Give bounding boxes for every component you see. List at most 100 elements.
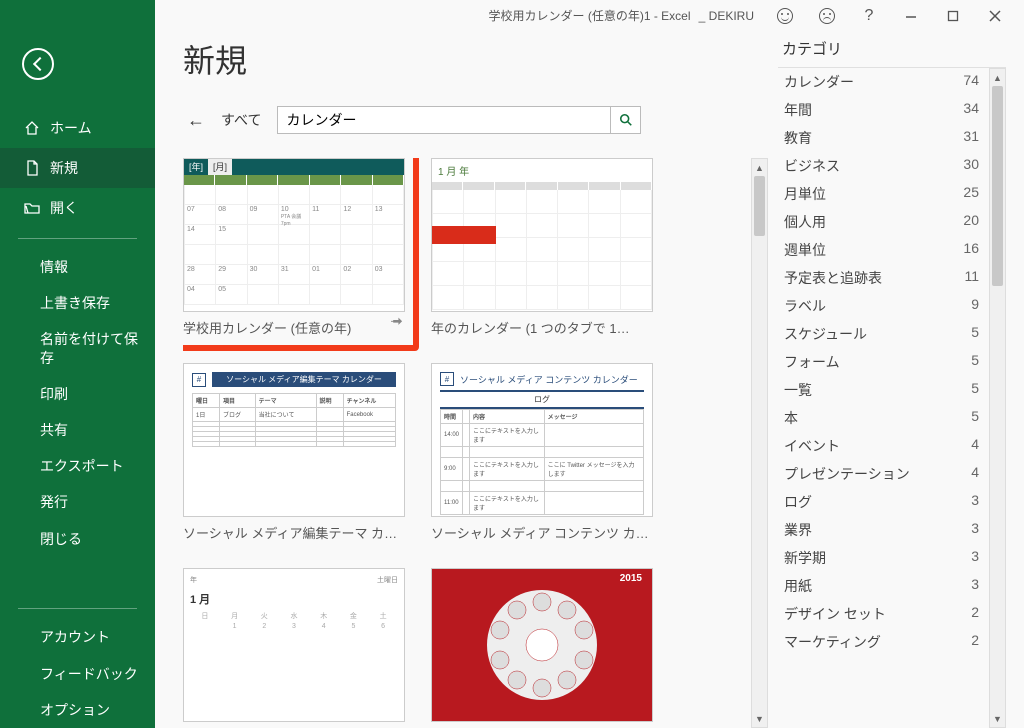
back-button[interactable]	[22, 48, 54, 80]
category-count: 9	[971, 296, 979, 316]
category-item[interactable]: デザイン セット2	[778, 600, 989, 628]
category-label: イベント	[784, 436, 840, 456]
nav-options[interactable]: オプション	[0, 692, 155, 728]
category-count: 5	[971, 408, 979, 428]
sad-face-icon	[819, 8, 835, 24]
category-item[interactable]: フォーム5	[778, 348, 989, 376]
category-item[interactable]: マーケティング2	[778, 628, 989, 656]
template-thumbnail: #ソーシャル メディア編集テーマ カレンダー 曜日項目テーマ説明チャンネル 1日…	[183, 363, 405, 517]
category-count: 11	[964, 268, 979, 288]
maximize-button[interactable]	[932, 2, 974, 30]
nav-share[interactable]: 共有	[0, 412, 155, 448]
category-list: カレンダー74年間34教育31ビジネス30月単位25個人用20週単位16予定表と…	[778, 68, 989, 728]
category-item[interactable]: 月単位25	[778, 180, 989, 208]
scroll-up-button[interactable]: ▲	[752, 159, 767, 176]
template-item[interactable]: #ソーシャル メディア コンテンツ カレンダー ログ 時間内容メッセージ 14:…	[431, 363, 653, 542]
category-count: 25	[963, 184, 979, 204]
nav-save[interactable]: 上書き保存	[0, 285, 155, 321]
template-label: ソーシャル メディア コンテンツ カレ…	[431, 523, 653, 542]
category-label: プレゼンテーション	[784, 464, 910, 484]
minimize-button[interactable]	[890, 2, 932, 30]
search-back-button[interactable]: ←	[183, 110, 209, 131]
gallery-scrollbar[interactable]: ▲ ▼	[751, 158, 768, 728]
document-icon	[24, 160, 40, 176]
nav-open[interactable]: 開く	[0, 188, 155, 228]
category-item[interactable]: 教育31	[778, 124, 989, 152]
nav-separator-2	[18, 608, 137, 609]
category-item[interactable]: 週単位16	[778, 236, 989, 264]
nav-print[interactable]: 印刷	[0, 376, 155, 412]
category-count: 3	[971, 548, 979, 568]
nav-new[interactable]: 新規	[0, 148, 155, 188]
category-item[interactable]: ログ3	[778, 488, 989, 516]
template-item[interactable]: #ソーシャル メディア編集テーマ カレンダー 曜日項目テーマ説明チャンネル 1日…	[183, 363, 405, 542]
category-count: 30	[963, 156, 979, 176]
category-scrollbar[interactable]: ▲ ▼	[989, 68, 1006, 728]
pin-icon[interactable]	[391, 316, 405, 333]
category-count: 3	[971, 520, 979, 540]
template-thumbnail: 年土曜日 1 月 日月火水木金土 123456	[183, 568, 405, 722]
help-button[interactable]: ?	[848, 2, 890, 30]
feedback-happy-button[interactable]	[764, 2, 806, 30]
category-item[interactable]: ビジネス30	[778, 152, 989, 180]
search-button[interactable]	[610, 107, 640, 133]
category-item[interactable]: 業界3	[778, 516, 989, 544]
scrollbar-track[interactable]	[752, 176, 767, 710]
category-count: 31	[963, 128, 979, 148]
scrollbar-thumb[interactable]	[754, 176, 765, 236]
nav-info[interactable]: 情報	[0, 249, 155, 285]
template-item[interactable]: 年土曜日 1 月 日月火水木金土 123456	[183, 568, 405, 722]
template-item[interactable]: [年][月] 07080910PTA 会議 7pm111213 1415 282…	[183, 158, 405, 337]
category-label: 週単位	[784, 240, 826, 260]
search-input[interactable]	[278, 107, 610, 133]
scrollbar-thumb[interactable]	[992, 86, 1003, 286]
category-item[interactable]: ラベル9	[778, 292, 989, 320]
nav-export[interactable]: エクスポート	[0, 448, 155, 484]
category-item[interactable]: 新学期3	[778, 544, 989, 572]
template-item[interactable]: 1 月 年	[431, 158, 653, 337]
category-label: デザイン セット	[784, 604, 886, 624]
nav-save-as[interactable]: 名前を付けて保存	[0, 321, 155, 375]
category-count: 74	[963, 72, 979, 92]
category-label: スケジュール	[784, 324, 867, 344]
category-item[interactable]: カレンダー 74	[778, 68, 989, 96]
category-label: 用紙	[784, 576, 812, 596]
nav-account[interactable]: アカウント	[0, 619, 155, 655]
category-label: ログ	[784, 492, 812, 512]
nav-feedback[interactable]: フィードバック	[0, 656, 155, 692]
nav-home[interactable]: ホーム	[0, 108, 155, 148]
nav-publish[interactable]: 発行	[0, 484, 155, 520]
category-label: 一覧	[784, 380, 812, 400]
scrollbar-track[interactable]	[990, 86, 1005, 710]
category-item[interactable]: 用紙3	[778, 572, 989, 600]
template-thumbnail: #ソーシャル メディア コンテンツ カレンダー ログ 時間内容メッセージ 14:…	[431, 363, 653, 517]
close-button[interactable]	[974, 2, 1016, 30]
nav-open-label: 開く	[50, 198, 78, 218]
category-item[interactable]: スケジュール5	[778, 320, 989, 348]
category-item[interactable]: 年間34	[778, 96, 989, 124]
scroll-down-button[interactable]: ▼	[990, 710, 1005, 727]
feedback-sad-button[interactable]	[806, 2, 848, 30]
category-item[interactable]: 本5	[778, 404, 989, 432]
category-item[interactable]: イベント4	[778, 432, 989, 460]
category-label: カレンダー	[784, 72, 854, 92]
category-item[interactable]: 一覧5	[778, 376, 989, 404]
category-label: 本	[784, 408, 798, 428]
template-item[interactable]: 2015	[431, 568, 653, 722]
scroll-up-button[interactable]: ▲	[990, 69, 1005, 86]
template-label: 年のカレンダー (1 つのタブで 1…	[431, 318, 653, 337]
category-item[interactable]: 予定表と追跡表11	[778, 264, 989, 292]
window-title: 学校用カレンダー (任意の年)1 - Excel	[488, 7, 690, 24]
filter-all-label[interactable]: すべて	[221, 110, 261, 130]
category-count: 4	[971, 464, 979, 484]
category-label: フォーム	[784, 352, 840, 372]
scroll-down-button[interactable]: ▼	[752, 710, 767, 727]
nav-close[interactable]: 閉じる	[0, 521, 155, 557]
template-thumbnail: 1 月 年	[431, 158, 653, 312]
search-row: ← すべて	[183, 106, 768, 134]
category-count: 20	[963, 212, 979, 232]
category-item[interactable]: 個人用20	[778, 208, 989, 236]
category-label: 年間	[784, 100, 812, 120]
category-item[interactable]: プレゼンテーション 4	[778, 460, 989, 488]
user-name: _ DEKIRU	[699, 9, 754, 23]
